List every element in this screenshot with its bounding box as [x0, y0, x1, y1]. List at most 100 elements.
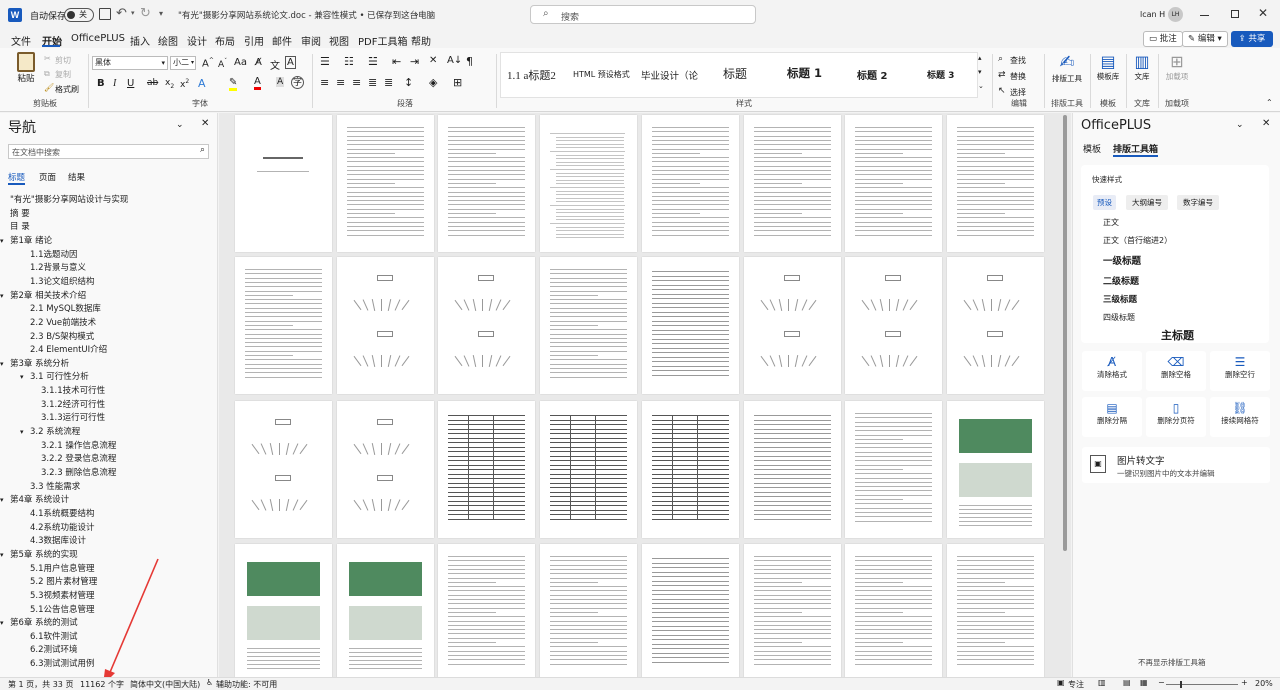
page-thumbnail[interactable]: [540, 115, 638, 252]
user-name[interactable]: lcan H: [1140, 10, 1165, 19]
nav-heading-item[interactable]: 4.2系统功能设计: [0, 522, 216, 535]
style-item[interactable]: 标题 2: [857, 67, 887, 82]
tab-layout[interactable]: 布局: [215, 33, 235, 48]
nav-expand-toggle-icon[interactable]: ▾: [0, 290, 4, 303]
styles-scroll-up-icon[interactable]: ▴: [978, 54, 982, 62]
delete-breaks-tool[interactable]: ▤ 删除分隔: [1082, 397, 1142, 437]
page-thumbnail[interactable]: [743, 257, 841, 394]
strikethrough-icon[interactable]: ab: [147, 78, 158, 88]
avatar[interactable]: LH: [1168, 7, 1183, 22]
nav-expand-toggle-icon[interactable]: ▾: [20, 426, 24, 439]
template-button[interactable]: ▤ 模板库: [1092, 52, 1124, 82]
nav-heading-item[interactable]: ▾ 3.2 系统流程: [0, 426, 216, 439]
grow-font-icon[interactable]: A^: [202, 57, 214, 69]
delete-spaces-tool[interactable]: ⌫ 删除空格: [1146, 351, 1206, 391]
nav-heading-item[interactable]: 3.2.2 登录信息流程: [0, 453, 216, 466]
shading-icon[interactable]: A: [276, 77, 285, 87]
collapse-ribbon-icon[interactable]: ⌃: [1266, 98, 1273, 107]
maximize-icon[interactable]: [1231, 10, 1239, 18]
justify-icon[interactable]: ≣: [368, 76, 377, 89]
tab-help[interactable]: 帮助: [411, 33, 431, 48]
page-thumbnail[interactable]: [438, 257, 536, 394]
zoom-slider[interactable]: [1166, 681, 1238, 688]
close-icon[interactable]: ✕: [201, 118, 209, 129]
undo-dropdown-icon[interactable]: ▾: [131, 9, 135, 17]
font-color-icon[interactable]: A: [254, 76, 261, 90]
tab-layout-toolbox[interactable]: 排版工具箱: [1113, 142, 1159, 157]
nav-heading-item[interactable]: 2.3 B/S架构模式: [0, 331, 216, 344]
style-item[interactable]: 标题 1: [787, 65, 822, 81]
bold-icon[interactable]: B: [97, 78, 105, 89]
page-thumbnail[interactable]: [336, 544, 434, 677]
copy-label[interactable]: 复制: [55, 69, 71, 80]
nav-expand-toggle-icon[interactable]: ▾: [0, 494, 4, 507]
page-thumbnail[interactable]: [540, 544, 638, 677]
scissors-icon[interactable]: ✂: [44, 54, 51, 63]
font-name-select[interactable]: 黑体 ▾: [92, 56, 168, 70]
nav-heading-item[interactable]: 3.2.1 操作信息流程: [0, 440, 216, 453]
format-painter-label[interactable]: 格式刷: [55, 84, 79, 95]
tab-file[interactable]: 文件: [11, 33, 31, 48]
line-spacing-icon[interactable]: ↕: [404, 76, 413, 89]
close-window-icon[interactable]: ✕: [1258, 6, 1268, 20]
page-thumbnail[interactable]: [743, 544, 841, 677]
tab-pdf-tools[interactable]: PDF工具箱: [358, 33, 407, 48]
delete-empty-lines-tool[interactable]: ☰ 删除空行: [1210, 351, 1270, 391]
style-main-title[interactable]: 主标题: [1161, 327, 1194, 343]
copy-icon[interactable]: ⧉: [44, 69, 50, 79]
decrease-indent-icon[interactable]: ⇤: [392, 55, 401, 68]
nav-heading-item[interactable]: 摘 要: [0, 208, 216, 221]
superscript-icon[interactable]: x2: [180, 78, 189, 90]
title-dropdown-icon[interactable]: ⌄: [413, 9, 420, 18]
styles-more-icon[interactable]: ⌄: [978, 82, 984, 90]
italic-icon[interactable]: I: [113, 78, 116, 89]
tab-insert[interactable]: 插入: [130, 33, 150, 48]
document-title[interactable]: "有光"摄影分享网站系统论文.doc - 兼容性模式 • 已保存到这台电脑: [178, 9, 435, 21]
nav-options-icon[interactable]: ⌄: [176, 120, 184, 130]
numbering-icon[interactable]: ☷: [344, 55, 354, 68]
page-thumbnail[interactable]: [336, 257, 434, 394]
word-count[interactable]: 11162 个字: [80, 679, 124, 690]
align-center-icon[interactable]: ≡: [336, 76, 345, 89]
page-thumbnail[interactable]: [235, 257, 332, 394]
bullets-icon[interactable]: ☰: [320, 55, 330, 68]
pane-options-icon[interactable]: ⌄: [1236, 120, 1244, 130]
delete-page-breaks-tool[interactable]: ▯ 删除分页符: [1146, 397, 1206, 437]
page-thumbnail[interactable]: [336, 401, 434, 538]
style-heading-4[interactable]: 四级标题: [1103, 312, 1135, 323]
nav-heading-item[interactable]: 3.1.3运行可行性: [0, 412, 216, 425]
chinese-layout-icon[interactable]: ✕: [429, 55, 437, 66]
nav-expand-toggle-icon[interactable]: ▾: [20, 371, 24, 384]
scrollbar-thumb[interactable]: [1063, 115, 1067, 551]
style-item[interactable]: 标题: [723, 65, 747, 82]
tab-officeplus[interactable]: OfficePLUS: [71, 33, 125, 44]
styles-scroll-down-icon[interactable]: ▾: [978, 68, 982, 76]
page-count[interactable]: 第 1 页，共 33 页: [8, 679, 73, 690]
edit-mode-button[interactable]: ✎ 编辑 ▾: [1182, 31, 1228, 47]
clear-format-tool[interactable]: A̸ 清除格式: [1082, 351, 1142, 391]
find-icon[interactable]: ⌕: [998, 54, 1003, 64]
paste-button[interactable]: 粘贴: [14, 52, 38, 84]
tab-draw[interactable]: 绘图: [158, 33, 178, 48]
paragraph-shading-icon[interactable]: ◈: [429, 76, 437, 89]
page-thumbnail[interactable]: [845, 401, 943, 538]
nav-heading-item[interactable]: ▾ 第2章 相关技术介绍: [0, 290, 216, 303]
hide-toolbox-link[interactable]: 不再显示排版工具箱: [1138, 657, 1206, 668]
save-icon[interactable]: [99, 8, 111, 20]
vertical-scrollbar[interactable]: [1063, 115, 1067, 675]
nav-heading-item[interactable]: 4.3数据库设计: [0, 535, 216, 548]
grid-tool[interactable]: ⛓ 接续网格符: [1210, 397, 1270, 437]
minimize-icon[interactable]: [1200, 15, 1209, 16]
nav-search-input[interactable]: 在文档中搜索 ⌕: [8, 144, 209, 159]
page-thumbnail[interactable]: [641, 257, 739, 394]
chip-number-numbering[interactable]: 数字编号: [1177, 195, 1219, 210]
undo-icon[interactable]: ↶: [116, 6, 127, 21]
page-thumbnail[interactable]: [641, 115, 739, 252]
nav-heading-item[interactable]: 1.2背景与意义: [0, 262, 216, 275]
replace-label[interactable]: 替换: [1010, 71, 1026, 82]
page-thumbnail[interactable]: [540, 401, 638, 538]
nav-expand-toggle-icon[interactable]: ▾: [0, 617, 4, 630]
underline-icon[interactable]: U: [127, 78, 134, 89]
page-thumbnail[interactable]: [946, 257, 1044, 394]
page-thumbnail[interactable]: [845, 115, 943, 252]
